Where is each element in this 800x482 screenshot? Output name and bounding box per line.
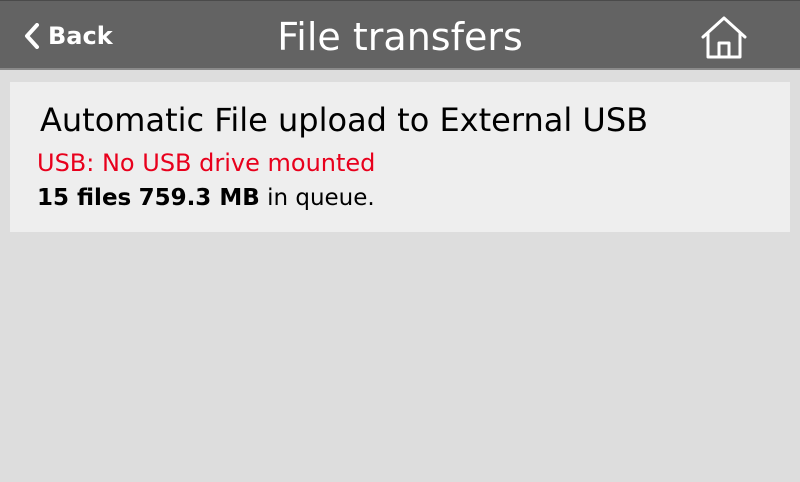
queue-size: 759.3 MB <box>138 185 260 211</box>
home-icon <box>701 16 747 59</box>
usb-upload-card[interactable]: Automatic File upload to External USB US… <box>10 82 790 232</box>
chevron-left-icon <box>22 23 42 49</box>
queue-suffix: in queue. <box>267 185 375 211</box>
header-bar: Back File transfers <box>0 0 800 70</box>
page-title: File transfers <box>277 15 523 59</box>
queue-file-count: 15 files <box>37 185 132 211</box>
back-label: Back <box>48 22 113 50</box>
usb-status-text: USB: No USB drive mounted <box>37 149 376 177</box>
home-button[interactable] <box>700 15 748 61</box>
back-button[interactable]: Back <box>22 15 113 57</box>
card-title: Automatic File upload to External USB <box>40 101 649 139</box>
queue-status: 15 files 759.3 MB in queue. <box>37 183 375 213</box>
